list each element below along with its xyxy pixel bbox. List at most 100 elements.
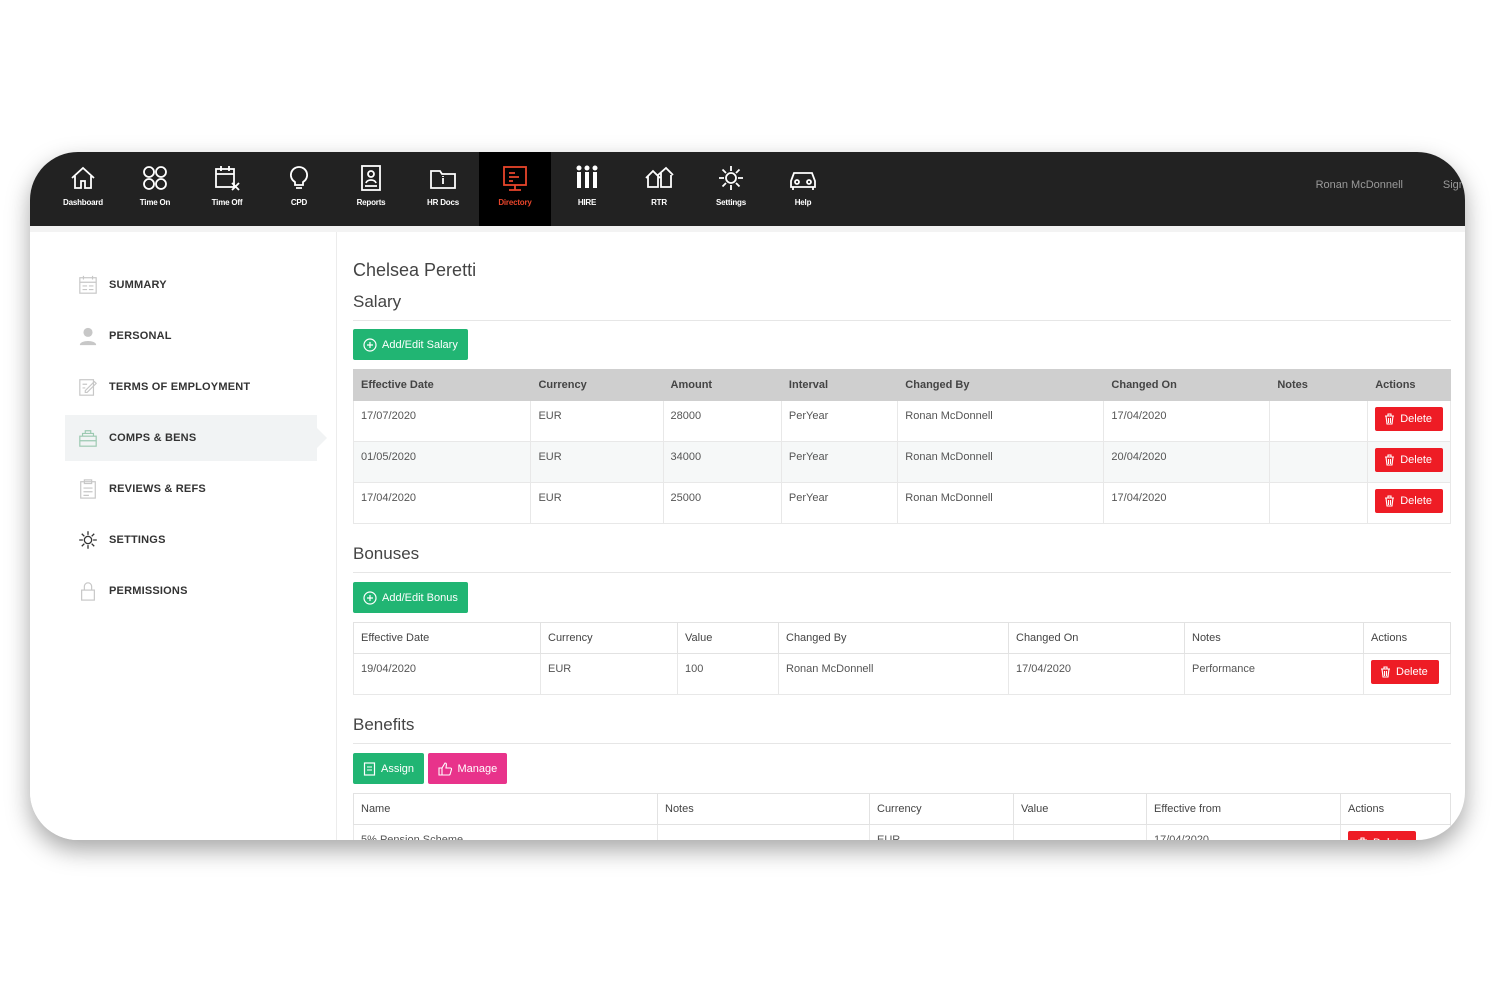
user-name[interactable]: Ronan McDonnell xyxy=(1316,179,1403,191)
column-header: Changed On xyxy=(1008,622,1185,654)
nav-item-cpd[interactable]: CPD xyxy=(263,152,335,226)
nav-item-label: HIRE xyxy=(577,198,597,207)
main-nav: Dashboard Time On Time Off CPD Reports HR Doc… xyxy=(47,152,839,226)
gear-icon xyxy=(77,529,99,551)
delete-button[interactable]: Delete xyxy=(1348,831,1416,840)
nav-item-hr-docs[interactable]: HR Docs xyxy=(407,152,479,226)
sidebar-item-label: COMPS & BENS xyxy=(109,432,197,444)
table-cell: 25000 xyxy=(662,482,782,524)
nav-item-dashboard[interactable]: Dashboard xyxy=(47,152,119,226)
column-header: Currency xyxy=(530,369,664,401)
car-icon xyxy=(786,162,820,194)
signout-link[interactable]: Signo xyxy=(1443,179,1465,191)
nav-item-label: RTR xyxy=(651,198,667,207)
trash-icon xyxy=(1357,837,1373,840)
table-row: 17/04/2020 EUR 25000 PerYear Ronan McDonnell… xyxy=(352,482,1451,524)
table-cell xyxy=(657,824,870,840)
actions-cell: Delete xyxy=(1367,441,1451,483)
column-header: Effective Date xyxy=(353,622,541,654)
column-header: Actions xyxy=(1340,793,1451,825)
top-navbar: Dashboard Time On Time Off CPD Reports HR Doc… xyxy=(30,152,1465,226)
table-cell: EUR xyxy=(530,482,664,524)
add-edit-salary-label: Add/Edit Salary xyxy=(382,338,458,351)
nav-item-label: Reports xyxy=(356,198,386,207)
table-row: 17/07/2020 EUR 28000 PerYear Ronan McDonnell… xyxy=(352,400,1451,442)
nav-item-label: Directory xyxy=(498,198,532,207)
table-cell xyxy=(1269,441,1369,483)
nav-item-time-on[interactable]: Time On xyxy=(119,152,191,226)
directory-icon xyxy=(498,162,532,194)
trash-icon xyxy=(1384,454,1400,466)
table-cell: EUR xyxy=(540,653,678,695)
table-cell: EUR xyxy=(530,441,664,483)
document-icon xyxy=(363,761,376,776)
manage-button[interactable]: Manage xyxy=(428,753,508,784)
column-header: Value xyxy=(1013,793,1147,825)
salary-section-title: Salary xyxy=(353,292,1451,321)
delete-button[interactable]: Delete xyxy=(1375,448,1443,472)
edit-document-icon xyxy=(77,376,99,398)
nav-item-hire[interactable]: HIRE xyxy=(551,152,623,226)
nav-item-rtr[interactable]: RTR xyxy=(623,152,695,226)
column-header: Currency xyxy=(540,622,678,654)
table-cell: 17/04/2020 xyxy=(1146,824,1341,840)
nav-item-label: Settings xyxy=(716,198,746,207)
table-row: 19/04/2020 EUR 100 Ronan McDonnell 17/04/202… xyxy=(353,653,1451,695)
sidebar: SUMMARY PERSONAL TERMS OF EMPLOYMENT COMPS … xyxy=(30,232,337,840)
delete-button[interactable]: Delete xyxy=(1371,660,1439,684)
column-header: Name xyxy=(353,793,658,825)
column-header: Notes xyxy=(1184,622,1364,654)
actions-cell: Delete xyxy=(1367,482,1451,524)
sidebar-item-summary[interactable]: SUMMARY xyxy=(65,262,317,308)
table-cell: Ronan McDonnell xyxy=(897,400,1105,442)
nav-item-label: Time On xyxy=(139,198,171,207)
add-edit-bonus-button[interactable]: Add/Edit Bonus xyxy=(353,582,468,613)
delete-button[interactable]: Delete xyxy=(1375,489,1443,513)
nav-item-time-off[interactable]: Time Off xyxy=(191,152,263,226)
assign-label: Assign xyxy=(381,762,415,775)
app-window: Dashboard Time On Time Off CPD Reports HR Doc… xyxy=(30,152,1465,840)
table-cell: 19/04/2020 xyxy=(353,653,541,695)
bonuses-table: Effective Date Currency Value Changed By Cha… xyxy=(353,622,1451,695)
summary-icon xyxy=(77,274,99,296)
trash-icon xyxy=(1384,413,1400,425)
sidebar-item-settings[interactable]: SETTINGS xyxy=(65,517,317,563)
nav-item-label: HR Docs xyxy=(427,198,459,207)
actions-cell: Delete xyxy=(1363,653,1451,695)
column-header: Actions xyxy=(1367,369,1451,401)
clipboard-icon xyxy=(77,478,99,500)
sidebar-item-label: PERSONAL xyxy=(109,330,172,342)
sidebar-item-terms-of-employment[interactable]: TERMS OF EMPLOYMENT xyxy=(65,364,317,410)
table-cell: 17/04/2020 xyxy=(352,482,532,524)
benefits-table: Name Notes Currency Value Effective from Acti… xyxy=(353,793,1451,840)
table-cell: 5% Pension Scheme xyxy=(353,824,658,840)
plus-circle-icon xyxy=(363,337,377,352)
nav-item-directory[interactable]: Directory xyxy=(479,152,551,226)
column-header: Amount xyxy=(662,369,782,401)
table-cell: PerYear xyxy=(780,400,899,442)
plus-circle-icon xyxy=(363,590,377,605)
sidebar-item-personal[interactable]: PERSONAL xyxy=(65,313,317,359)
add-edit-salary-button[interactable]: Add/Edit Salary xyxy=(353,329,468,360)
trash-icon xyxy=(1384,495,1400,507)
sidebar-item-reviews-refs[interactable]: REVIEWS & REFS xyxy=(65,466,317,512)
clover-icon xyxy=(138,162,172,194)
assign-button[interactable]: Assign xyxy=(353,753,425,784)
table-cell: 17/04/2020 xyxy=(1103,482,1271,524)
nav-item-help[interactable]: Help xyxy=(767,152,839,226)
delete-label: Delete xyxy=(1373,837,1405,840)
actions-cell: Delete xyxy=(1340,824,1451,840)
delete-button[interactable]: Delete xyxy=(1375,407,1443,431)
table-cell xyxy=(1269,482,1369,524)
table-row: 5% Pension Scheme EUR 17/04/2020 Delete xyxy=(353,824,1451,840)
nav-item-settings[interactable]: Settings xyxy=(695,152,767,226)
sidebar-item-permissions[interactable]: PERMISSIONS xyxy=(65,568,317,614)
sidebar-item-comps-bens[interactable]: COMPS & BENS xyxy=(65,415,327,461)
column-header: Notes xyxy=(657,793,870,825)
nav-item-label: CPD xyxy=(290,198,308,207)
delete-label: Delete xyxy=(1400,413,1432,425)
sidebar-item-label: TERMS OF EMPLOYMENT xyxy=(109,381,251,393)
column-header: Currency xyxy=(869,793,1014,825)
nav-item-reports[interactable]: Reports xyxy=(335,152,407,226)
delete-label: Delete xyxy=(1400,495,1432,507)
